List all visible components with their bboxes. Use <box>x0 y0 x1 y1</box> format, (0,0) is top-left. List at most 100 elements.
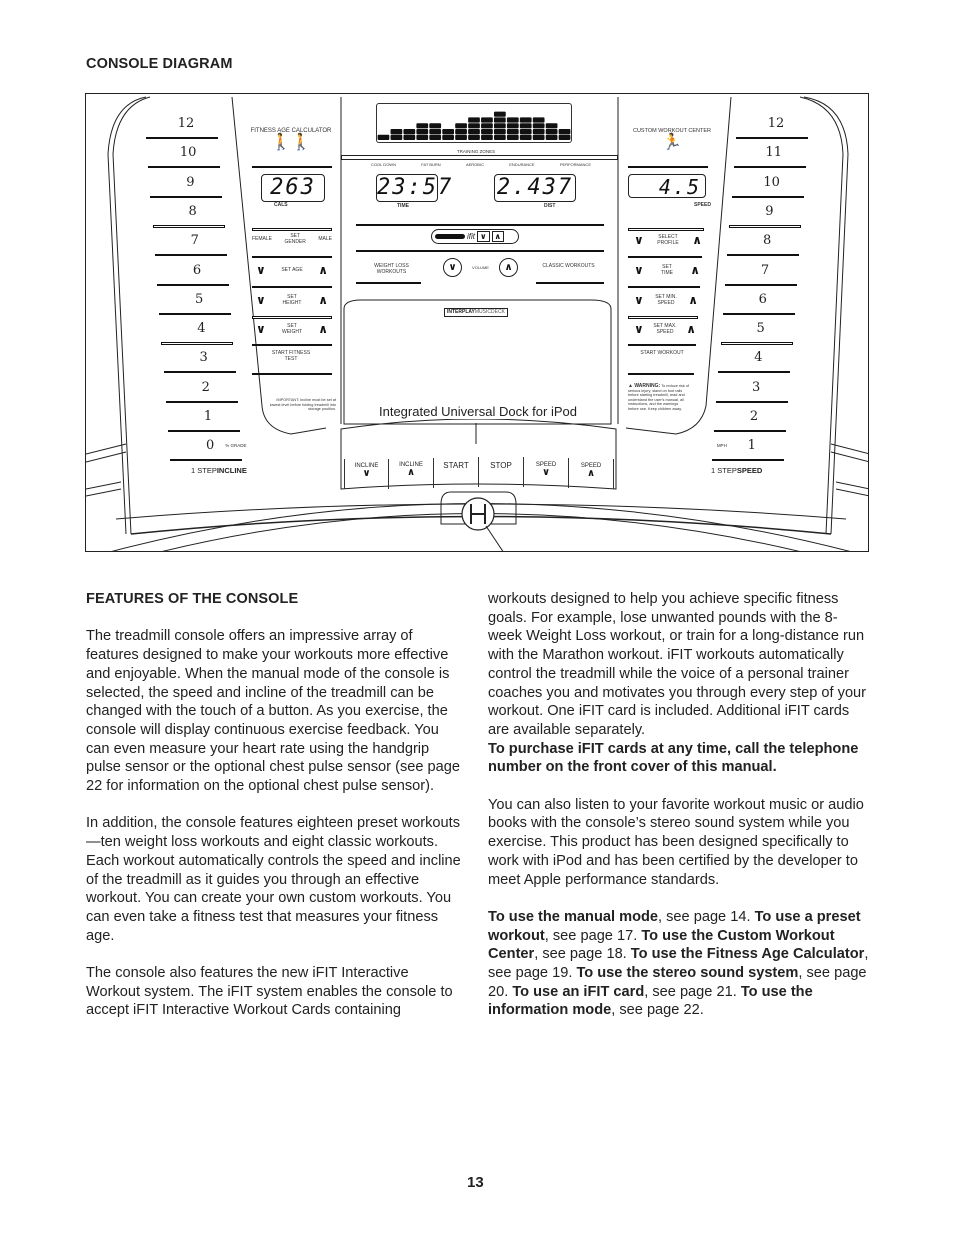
scale-value: 6 <box>758 291 767 307</box>
height-up-button[interactable]: ∧ <box>318 293 328 307</box>
volume-label: VOLUME <box>472 264 489 270</box>
time-up-button[interactable]: ∧ <box>690 263 700 277</box>
incline-level: 7 <box>154 227 235 257</box>
classic-workouts-button[interactable]: CLASSIC WORKOUTS <box>541 263 596 269</box>
profile-segment <box>494 129 506 135</box>
reference-topic: To use the stereo sound system <box>576 965 799 982</box>
age-up-button[interactable]: ∧ <box>318 263 328 277</box>
profile-up-button[interactable]: ∧ <box>692 233 702 247</box>
profile-segment <box>545 129 558 135</box>
set-height-row: ∨ SET HEIGHT ∧ <box>256 293 328 307</box>
calories-label: CALS <box>274 202 288 208</box>
profile-segment <box>506 134 519 140</box>
button-label: STOP <box>490 460 512 470</box>
chevron-up-icon: ∧ <box>406 466 416 478</box>
scale-unit: % GRADE <box>225 443 247 449</box>
profile-segment <box>442 129 454 135</box>
ifit-control: ifit ∨ ∧ <box>431 229 519 244</box>
reference-page: , see page 14. <box>658 908 755 925</box>
chevron-down-icon: ∨ <box>541 466 551 478</box>
weight-down-button[interactable]: ∨ <box>256 322 266 336</box>
stop-button[interactable]: STOP <box>479 456 524 487</box>
incline-level: 9 <box>150 169 230 198</box>
female-button[interactable]: FEMALE <box>252 236 272 242</box>
set-gender-label: SET GENDER <box>284 233 306 245</box>
features-paragraph-4: workouts designed to help you achieve sp… <box>488 591 867 738</box>
profile-segment <box>519 134 532 140</box>
profile-bars <box>377 111 571 140</box>
training-zone-label: FAT BURN <box>421 162 441 167</box>
ifit-down-button[interactable]: ∨ <box>477 231 490 242</box>
scale-value: 3 <box>752 379 761 395</box>
volume-down-button[interactable]: ∨ <box>443 258 462 277</box>
start-workout-button[interactable]: START WORKOUT <box>640 350 684 356</box>
height-down-button[interactable]: ∨ <box>256 293 266 307</box>
incline-level: 2 <box>165 374 246 403</box>
training-zone-label: PERFORMANCE <box>559 162 591 167</box>
calories-display: 263 <box>261 174 325 202</box>
set-time-row: ∨ SET TIME ∧ <box>634 263 700 277</box>
walker-icon: 🚶🚶 <box>271 134 311 151</box>
incline-down-button[interactable]: INCLINE ∨ <box>344 459 389 489</box>
ifit-card-slot[interactable] <box>435 234 465 239</box>
fitness-age-calculator: FITNESS AGE CALCULATOR 🚶🚶 263 CALS FEMAL… <box>246 128 336 411</box>
start-button[interactable]: START <box>434 456 479 487</box>
incline-level: 4 <box>161 315 241 346</box>
speed-level: 9 <box>729 198 809 228</box>
profile-segment <box>403 134 416 140</box>
features-paragraph-1: The treadmill console offers an impressi… <box>86 628 460 795</box>
weight-loss-workouts-button[interactable]: WEIGHT LOSS WORKOUTS <box>364 263 419 275</box>
training-zone-label: AEROBIC <box>465 162 484 167</box>
start-fitness-test-button[interactable]: START FITNESS TEST <box>266 350 316 362</box>
scale-value: 12 <box>177 116 195 131</box>
time-down-button[interactable]: ∨ <box>634 263 644 277</box>
incline-up-button[interactable]: INCLINE ∧ <box>389 457 434 488</box>
scale-value: 10 <box>179 145 197 161</box>
scale-unit: MPH <box>716 443 727 449</box>
set-age-row: ∨ SET AGE ∧ <box>256 263 328 277</box>
incline-level: 5 <box>159 286 239 315</box>
profile-segment <box>481 117 493 123</box>
profile-segment <box>558 129 571 135</box>
volume-up-button[interactable]: ∧ <box>499 258 518 277</box>
distance-display: 2.437 <box>494 174 576 202</box>
weight-up-button[interactable]: ∧ <box>318 322 328 336</box>
warning-note: ▲ WARNING: To reduce risk of serious inj… <box>628 383 690 411</box>
profile-segment <box>494 117 506 123</box>
reference-topic: To use an iFIT card <box>512 983 645 1000</box>
purchase-ifit-note: To purchase iFIT cards at any time, call… <box>488 740 859 776</box>
reference-page: , see page 18. <box>534 946 631 963</box>
min-speed-up-button[interactable]: ∧ <box>688 293 698 307</box>
set-weight-row: ∨ SET WEIGHT ∧ <box>256 322 328 336</box>
console-diagram: 12 10 9 8 7 6 5 4 3 2 1 0% GRADE 1 STEPINCLINE FITN… <box>85 93 869 552</box>
speed-down-button[interactable]: SPEED ∨ <box>524 457 569 488</box>
male-button[interactable]: MALE <box>318 236 332 242</box>
chevron-down-icon: ∨ <box>362 468 371 479</box>
reference-topic: To use the manual mode <box>488 908 659 925</box>
profile-segment <box>481 129 493 135</box>
min-speed-down-button[interactable]: ∨ <box>634 293 644 307</box>
scale-value: 9 <box>765 203 774 219</box>
profile-segment <box>545 134 558 140</box>
features-title: FEATURES OF THE CONSOLE <box>86 591 299 607</box>
page-number: 13 <box>467 1174 484 1191</box>
training-zone-label: ENDURANCE <box>509 162 535 167</box>
time-label: TIME <box>397 203 409 209</box>
speed-level: 6 <box>722 286 803 315</box>
speed-up-button[interactable]: SPEED ∧ <box>569 459 614 489</box>
ifit-up-button[interactable]: ∧ <box>491 231 504 242</box>
time-display: 23:57 <box>376 174 454 202</box>
age-down-button[interactable]: ∨ <box>256 263 266 277</box>
profile-segment <box>403 129 416 135</box>
profile-display <box>376 103 572 143</box>
profile-segment <box>455 129 467 135</box>
training-zone-label: COOL DOWN <box>371 162 396 167</box>
scale-value: 4 <box>754 350 763 366</box>
scale-value: 7 <box>190 233 199 249</box>
scale-value: 8 <box>188 203 197 219</box>
select-profile-row: ∨ SELECT PROFILE ∧ <box>634 233 702 247</box>
section-title: CONSOLE DIAGRAM <box>86 56 233 72</box>
max-speed-down-button[interactable]: ∨ <box>634 322 644 336</box>
max-speed-up-button[interactable]: ∧ <box>686 322 696 336</box>
profile-down-button[interactable]: ∨ <box>634 233 644 247</box>
